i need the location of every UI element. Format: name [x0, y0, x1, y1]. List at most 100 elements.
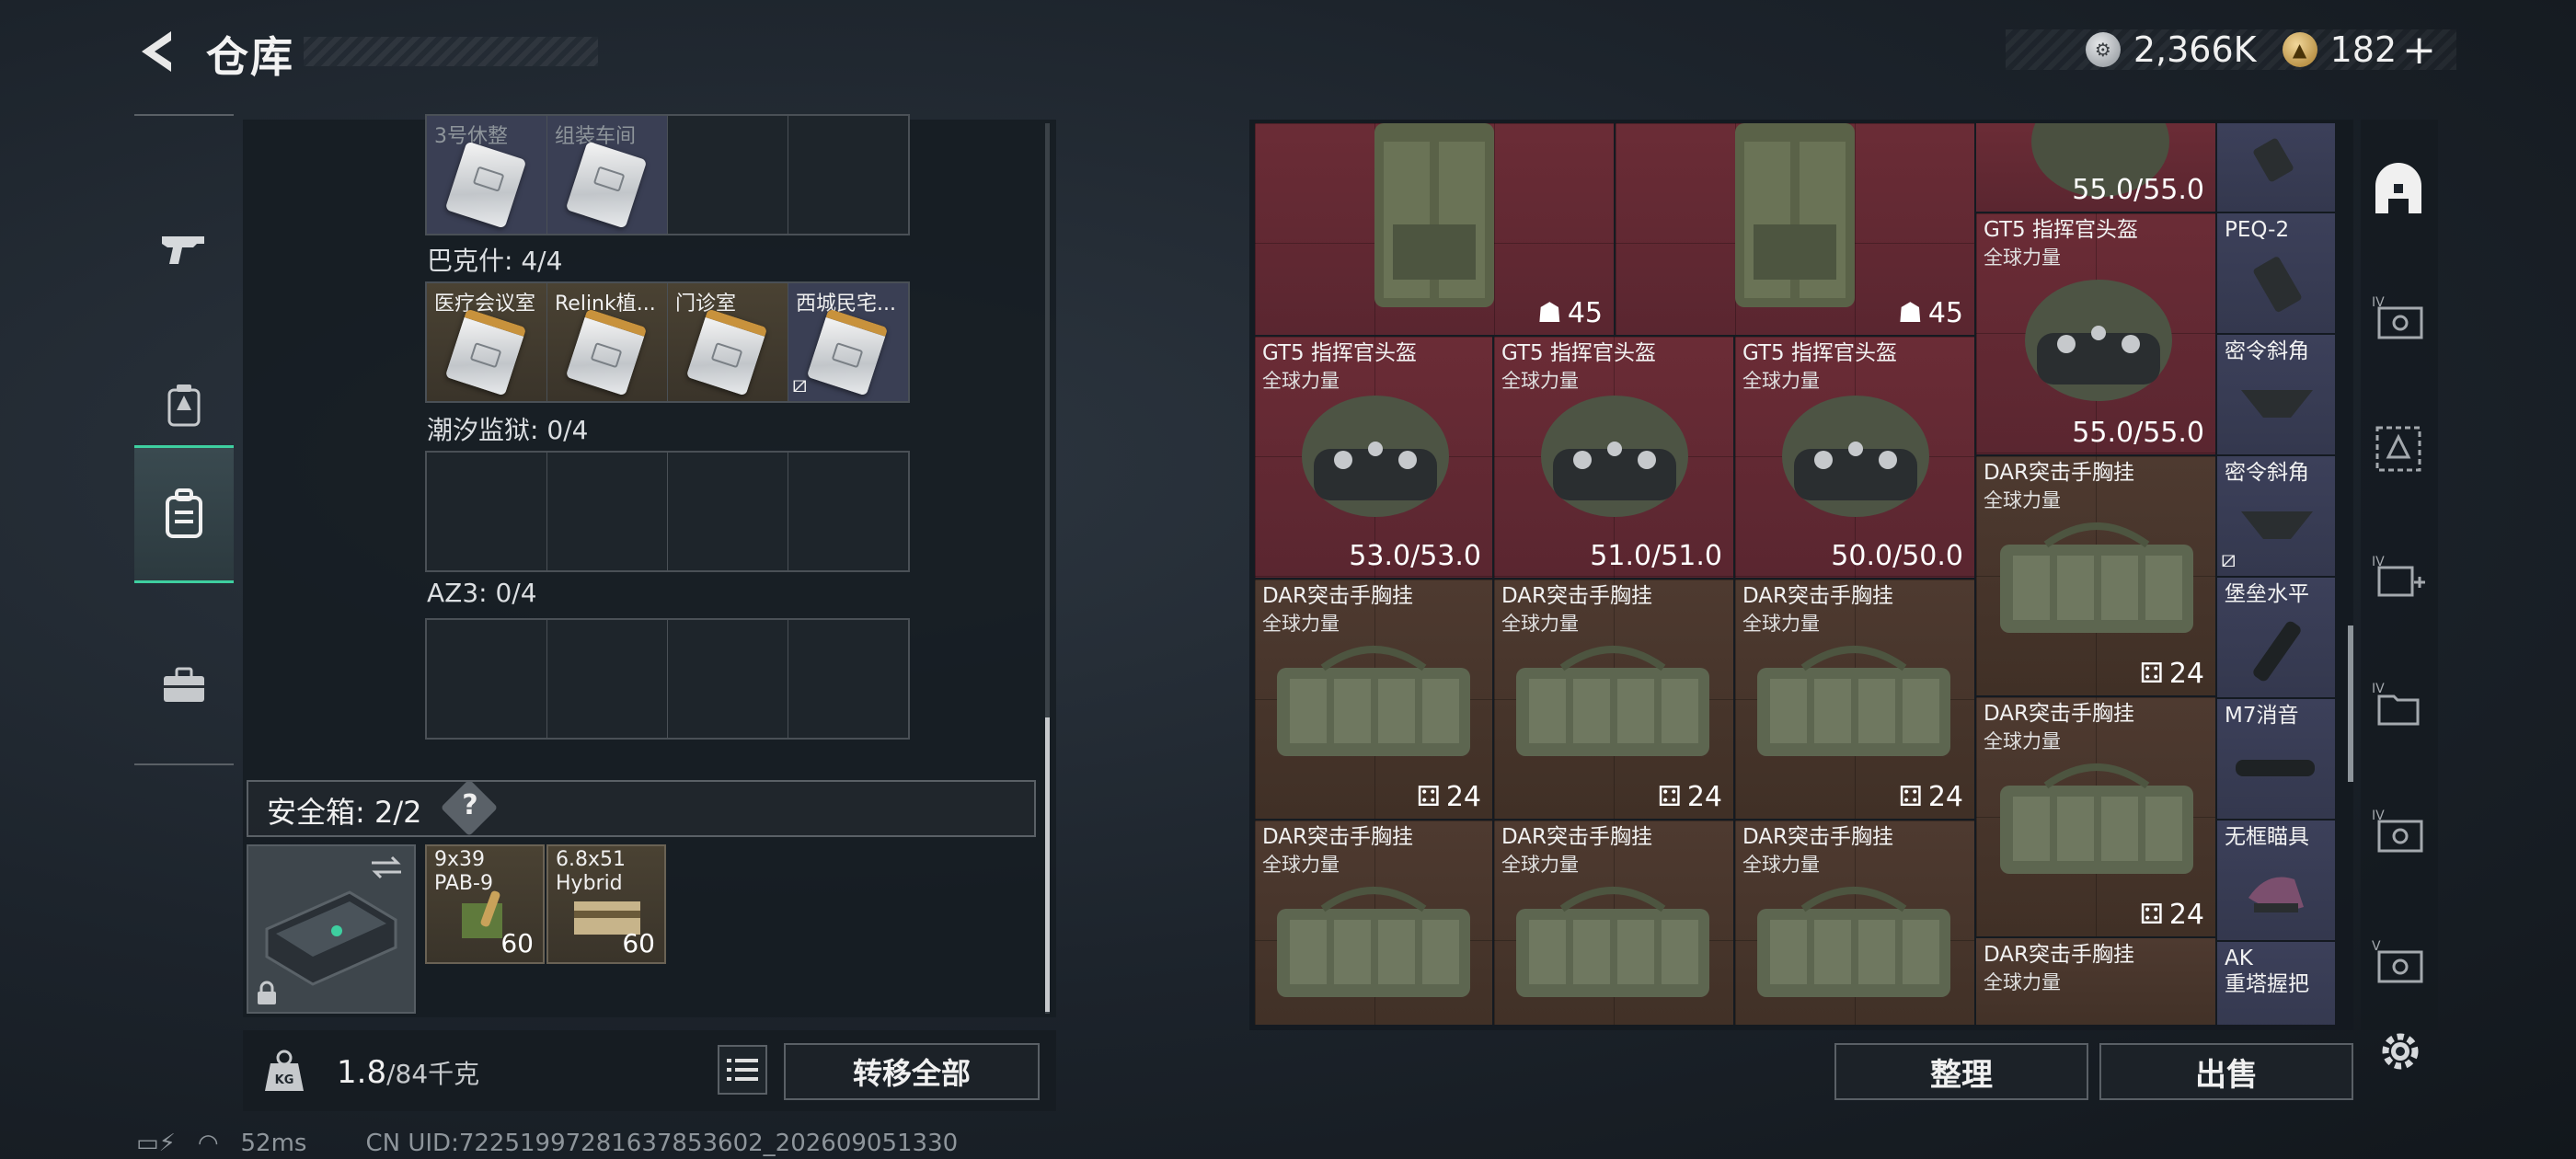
- container-slot-empty[interactable]: [668, 620, 788, 738]
- slot-label: 西城民宅...: [796, 293, 896, 316]
- durability-value: 50.0/50.0: [1831, 540, 1963, 572]
- grid-item-attachment[interactable]: M7消音: [2217, 699, 2335, 819]
- tool-weapon-case-iv-2[interactable]: IV: [2366, 798, 2431, 863]
- swap-icon[interactable]: [368, 854, 405, 881]
- grid-item-helmet[interactable]: GT5 指挥官头盔 全球力量 50.0/50.0: [1735, 337, 1974, 578]
- container-0-slots: 3号休整 组装车间: [425, 114, 910, 235]
- container-slot-empty[interactable]: [788, 116, 908, 234]
- grid-item-helmet[interactable]: GT5 指挥官头盔 全球力量 53.0/53.0: [1255, 337, 1492, 578]
- tool-folder-iv[interactable]: IV: [2366, 671, 2431, 736]
- container-slot-empty[interactable]: [427, 453, 546, 570]
- ammo-count: 60: [622, 928, 655, 958]
- lock-icon: [258, 981, 276, 1004]
- container-slot-empty[interactable]: [788, 453, 908, 570]
- grid-item-attachment[interactable]: 密令斜角: [2217, 335, 2335, 454]
- nav-weapons[interactable]: [134, 180, 234, 318]
- grid-item-vest[interactable]: ☗ 45: [1255, 123, 1614, 335]
- grid-item-chest-rig[interactable]: DAR突击手胸挂 全球力量: [1976, 938, 2215, 1025]
- ammo-slot[interactable]: 9x39 PAB-9 60: [425, 844, 545, 964]
- container-slot[interactable]: 医疗会议室: [427, 283, 546, 401]
- grid-item-helmet[interactable]: GT5 指挥官头盔 全球力量 55.0/55.0: [1976, 213, 2215, 454]
- container-slot[interactable]: Relink植...: [547, 283, 667, 401]
- keycard-icon: [444, 141, 527, 229]
- silver-currency-value: 2,366K: [2133, 29, 2257, 70]
- settings-button[interactable]: [2370, 1021, 2431, 1082]
- sort-button[interactable]: 整理: [1834, 1043, 2088, 1100]
- nav-toolbox[interactable]: [134, 616, 234, 754]
- grid-item-chest-rig[interactable]: DAR突击手胸挂 全球力量: [1735, 820, 1974, 1025]
- keycard-icon: [565, 141, 648, 229]
- item-name: 堡垒水平: [2225, 582, 2309, 606]
- transfer-all-button[interactable]: 转移全部: [784, 1043, 1040, 1100]
- container-slot[interactable]: 西城民宅... ⧄: [788, 283, 908, 401]
- capacity-count-value: 24: [1927, 781, 1963, 813]
- container-slot[interactable]: 组装车间: [547, 116, 667, 234]
- container-slot-empty[interactable]: [547, 453, 667, 570]
- grid-item-chest-rig[interactable]: DAR突击手胸挂 全球力量: [1255, 820, 1492, 1025]
- backpack-upgrade-icon: [167, 384, 201, 427]
- grid-item-chest-rig[interactable]: DAR突击手胸挂 全球力量 ⚃ 24: [1976, 456, 2215, 695]
- container-slot-empty[interactable]: [547, 620, 667, 738]
- grid-item-chest-rig[interactable]: DAR突击手胸挂 全球力量 ⚃ 24: [1735, 580, 1974, 819]
- tool-weapon-case-v[interactable]: V: [2366, 929, 2431, 993]
- container-slot[interactable]: 门诊室: [668, 283, 788, 401]
- container-slot-empty[interactable]: [668, 453, 788, 570]
- gold-currency-value: 182: [2329, 29, 2398, 70]
- grid-item-chest-rig[interactable]: DAR突击手胸挂 全球力量 ⚃ 24: [1255, 580, 1492, 819]
- grid-item-chest-rig[interactable]: DAR突击手胸挂 全球力量: [1494, 820, 1733, 1025]
- grid-item-attachment[interactable]: 无框瞄具: [2217, 820, 2335, 940]
- weight-icon: KG: [258, 1045, 311, 1098]
- ammo-slot[interactable]: 6.8x51 Hybrid 60: [546, 844, 666, 964]
- capacity-count: ⚃ 24: [2140, 899, 2204, 931]
- sell-button[interactable]: 出售: [2099, 1043, 2353, 1100]
- grid-item-attachment[interactable]: 堡垒水平: [2217, 578, 2335, 697]
- container-slot-empty[interactable]: [788, 620, 908, 738]
- item-name: GT5 指挥官头盔: [1501, 341, 1656, 365]
- grid-item-helmet[interactable]: 55.0/55.0: [1976, 123, 2215, 212]
- container-slot[interactable]: 3号休整: [427, 116, 546, 234]
- battery-icon: ▭⚡: [136, 1130, 176, 1157]
- grid-item-chest-rig[interactable]: DAR突击手胸挂 全球力量 ⚃ 24: [1976, 697, 2215, 936]
- list-view-button[interactable]: [718, 1045, 767, 1095]
- slot-label: 门诊室: [675, 293, 737, 316]
- item-subtitle: 全球力量: [1984, 247, 2061, 269]
- ping-value: 52ms: [240, 1130, 307, 1157]
- keycard-icon: [444, 308, 527, 396]
- grid-item-attachment[interactable]: [2217, 123, 2335, 212]
- item-name: DAR突击手胸挂: [1742, 825, 1894, 849]
- tool-medkit-iv[interactable]: IV: [2366, 545, 2431, 609]
- grid-item-chest-rig[interactable]: DAR突击手胸挂 全球力量 ⚃ 24: [1494, 580, 1733, 819]
- chest-rig-icon: [1757, 887, 1950, 997]
- capacity-count-value: 24: [2168, 899, 2204, 931]
- grid-item-attachment[interactable]: 密令斜角 ⧄: [2217, 456, 2335, 576]
- tactical-vest-icon: [1735, 123, 1855, 307]
- grid-item-vest[interactable]: ☗ 45: [1616, 123, 1974, 335]
- safe-box-label: 安全箱: 2/2: [267, 795, 422, 830]
- back-button[interactable]: [129, 24, 184, 79]
- toolbox-icon: [164, 667, 204, 702]
- list-icon: [727, 1059, 758, 1081]
- item-name: GT5 指挥官头盔: [1742, 341, 1897, 365]
- tool-weapon-case-iv[interactable]: IV: [2366, 285, 2431, 350]
- grid-scrollbar[interactable]: [2348, 625, 2353, 782]
- storage-scrollbar-thumb[interactable]: [1045, 717, 1050, 1012]
- item-name: PEQ-2: [2225, 218, 2290, 242]
- container-slot-empty[interactable]: [668, 116, 788, 234]
- tool-loadout[interactable]: [2366, 158, 2431, 223]
- safe-case-slot[interactable]: [247, 844, 416, 1014]
- help-button[interactable]: ?: [456, 789, 484, 821]
- item-name: DAR突击手胸挂: [1262, 825, 1414, 849]
- tool-keycard-case[interactable]: [2366, 416, 2431, 480]
- capacity-count: ⚃ 24: [2140, 658, 2204, 690]
- grid-item-helmet[interactable]: GT5 指挥官头盔 全球力量 51.0/51.0: [1494, 337, 1733, 578]
- container-slot-empty[interactable]: [427, 620, 546, 738]
- nav-backpack[interactable]: [134, 445, 234, 583]
- capacity-count-value: 24: [1686, 781, 1722, 813]
- keycard-icon: [565, 308, 648, 396]
- grid-item-attachment[interactable]: PEQ-2: [2217, 213, 2335, 333]
- container-label: 巴克什: 4/4: [427, 246, 563, 276]
- silver-coin-icon: ⚙: [2085, 32, 2121, 67]
- gear-icon: [2382, 1033, 2419, 1070]
- grid-item-attachment[interactable]: AK 重塔握把: [2217, 942, 2335, 1025]
- add-currency-button[interactable]: +: [2402, 27, 2436, 74]
